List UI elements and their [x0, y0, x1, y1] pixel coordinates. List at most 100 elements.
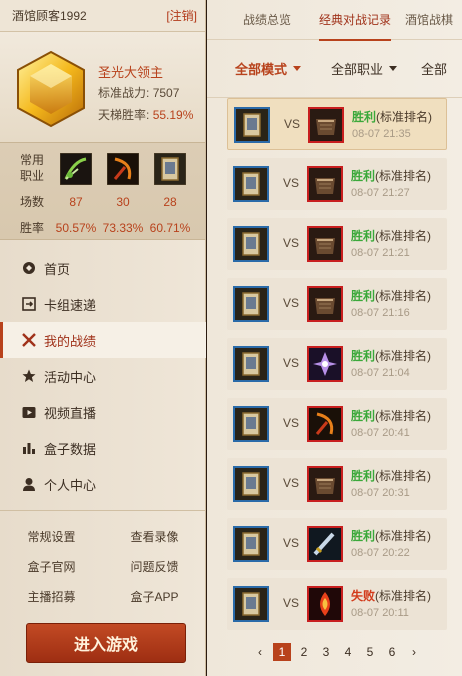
- class-2-games: 30: [116, 195, 130, 209]
- link-official-site[interactable]: 盒子官网: [0, 558, 103, 575]
- account-bar: 酒馆顾客1992 [注销]: [0, 0, 205, 32]
- match-time: 08-07 21:21: [351, 247, 410, 259]
- match-result: 胜利(标准排名): [351, 527, 431, 544]
- rank-gem-icon: [17, 50, 85, 128]
- link-streamer-recruit[interactable]: 主播招募: [0, 588, 103, 605]
- class-2-winrate: 73.33%: [102, 221, 144, 235]
- page-1[interactable]: 1: [273, 643, 291, 661]
- match-result: 胜利(标准排名): [351, 407, 431, 424]
- match-row[interactable]: VS 胜利(标准排名) 08-07 21:27: [227, 158, 447, 210]
- video-icon: [22, 405, 36, 419]
- link-feedback[interactable]: 问题反馈: [103, 558, 206, 575]
- opponent-class-icon: [307, 466, 343, 502]
- match-row[interactable]: VS 胜利(标准排名) 08-07 21:16: [227, 278, 447, 330]
- page-4[interactable]: 4: [339, 643, 357, 661]
- mode-label: (标准排名): [375, 229, 432, 243]
- match-time: 08-07 20:22: [351, 547, 410, 559]
- match-time: 08-07 20:11: [351, 607, 409, 619]
- mode-label: (标准排名): [375, 289, 432, 303]
- main-nav: 首页 卡组速递 我的战绩 活动中心 视频直播 盒子数据 个人中心: [0, 250, 206, 502]
- prev-page-button[interactable]: ‹: [251, 643, 269, 661]
- vs-label: VS: [283, 296, 300, 310]
- opponent-class-icon: [307, 586, 343, 622]
- result-label: 胜利: [351, 529, 376, 543]
- match-row[interactable]: VS 胜利(标准排名) 08-07 21:21: [227, 218, 447, 270]
- nav-home[interactable]: 首页: [0, 250, 206, 286]
- match-row[interactable]: VS 胜利(标准排名) 08-07 21:35: [227, 98, 447, 150]
- result-label: 失败: [351, 589, 376, 603]
- logout-link[interactable]: [注销]: [166, 7, 197, 24]
- match-time: 08-07 21:35: [352, 128, 411, 140]
- link-view-replays[interactable]: 查看录像: [103, 528, 206, 545]
- player-class-icon: [234, 107, 270, 143]
- vs-label: VS: [283, 476, 300, 490]
- match-result: 胜利(标准排名): [351, 347, 431, 364]
- nav-video-live[interactable]: 视频直播: [0, 394, 206, 430]
- match-list: VS 胜利(标准排名) 08-07 21:35 VS 胜利(标准排名) 08-07 21:…: [227, 98, 447, 638]
- rogue-weapon-icon: [107, 153, 139, 185]
- filter-bar: 全部模式 全部职业 全部: [207, 40, 462, 98]
- hunter-bow-icon: [60, 153, 92, 185]
- nav-my-records[interactable]: 我的战绩: [0, 322, 206, 358]
- mode-label: (标准排名): [375, 409, 432, 423]
- winrate-label: 胜率: [20, 221, 45, 235]
- tab-overview[interactable]: 战绩总览: [243, 0, 291, 40]
- games-label: 场数: [20, 195, 45, 209]
- tab-bar: 战绩总览 经典对战记录 酒馆战棋: [207, 0, 462, 41]
- tab-battlegrounds[interactable]: 酒馆战棋: [405, 0, 453, 40]
- match-result: 胜利(标准排名): [351, 287, 431, 304]
- link-general-settings[interactable]: 常规设置: [0, 528, 103, 545]
- nav-personal-center[interactable]: 个人中心: [0, 466, 206, 502]
- bar-chart-icon: [22, 441, 36, 455]
- match-time: 08-07 21:16: [351, 307, 410, 319]
- opponent-class-icon: [308, 107, 344, 143]
- filter-mode-dropdown[interactable]: 全部模式: [235, 59, 302, 78]
- profile-panel: 圣光大领主 标准战力: 7507 天梯胜率: 55.19%: [0, 32, 205, 142]
- match-time: 08-07 21:04: [351, 367, 410, 379]
- footer-links: 常规设置 查看录像 盒子官网 问题反馈 主播招募 盒子APP: [0, 510, 206, 611]
- match-result: 胜利(标准排名): [351, 467, 431, 484]
- vs-label: VS: [283, 176, 300, 190]
- result-label: 胜利: [352, 110, 377, 124]
- filter-other-dropdown[interactable]: 全部: [421, 59, 447, 78]
- tab-classic-records[interactable]: 经典对战记录: [319, 0, 392, 41]
- vs-label: VS: [283, 596, 300, 610]
- username: 酒馆顾客1992: [12, 9, 87, 23]
- next-page-button[interactable]: ›: [405, 643, 423, 661]
- match-row[interactable]: VS 胜利(标准排名) 08-07 21:04: [227, 338, 447, 390]
- player-class-icon: [233, 226, 269, 262]
- match-row[interactable]: VS 胜利(标准排名) 08-07 20:41: [227, 398, 447, 450]
- result-label: 胜利: [351, 409, 376, 423]
- nav-box-data[interactable]: 盒子数据: [0, 430, 206, 466]
- class-stats: 常用 职业 场数 胜率 87 30 28 50.57% 73.33% 60.71…: [0, 142, 205, 240]
- class-label: 职业: [20, 169, 45, 183]
- match-time: 08-07 20:31: [351, 487, 410, 499]
- opponent-class-icon: [307, 166, 343, 202]
- nav-deck-express[interactable]: 卡组速递: [0, 286, 206, 322]
- match-result: 失败(标准排名): [351, 587, 431, 604]
- match-row[interactable]: VS 胜利(标准排名) 08-07 20:22: [227, 518, 447, 570]
- sidebar: 酒馆顾客1992 [注销] 圣光大领主 标准战力: 7507 天梯胜率: 55.…: [0, 0, 206, 676]
- match-row[interactable]: VS 失败(标准排名) 08-07 20:11: [227, 578, 447, 630]
- filter-class-dropdown[interactable]: 全部职业: [331, 59, 398, 78]
- link-box-app[interactable]: 盒子APP: [103, 588, 206, 605]
- class-3-games: 28: [163, 195, 177, 209]
- player-class-icon: [233, 406, 269, 442]
- class-3-winrate: 60.71%: [149, 221, 191, 235]
- page-3[interactable]: 3: [317, 643, 335, 661]
- ladder-winrate: 天梯胜率: 55.19%: [98, 108, 194, 122]
- opponent-class-icon: [307, 526, 343, 562]
- mode-label: (标准排名): [375, 349, 432, 363]
- match-row[interactable]: VS 胜利(标准排名) 08-07 20:31: [227, 458, 447, 510]
- mode-label: (标准排名): [375, 469, 432, 483]
- page-6[interactable]: 6: [383, 643, 401, 661]
- common-label: 常用: [20, 153, 45, 167]
- page-2[interactable]: 2: [295, 643, 313, 661]
- nav-events[interactable]: 活动中心: [0, 358, 206, 394]
- result-label: 胜利: [351, 289, 376, 303]
- result-label: 胜利: [351, 169, 376, 183]
- page-5[interactable]: 5: [361, 643, 379, 661]
- paladin-card-icon: [154, 153, 186, 185]
- deck-icon: [22, 297, 36, 311]
- enter-game-button[interactable]: 进入游戏: [26, 623, 186, 663]
